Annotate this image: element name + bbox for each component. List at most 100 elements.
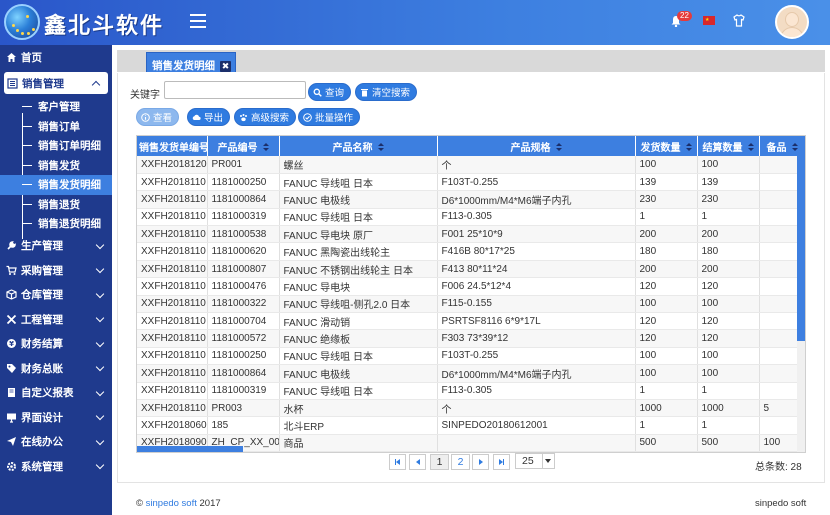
table-row[interactable]: XXFH2018110 1181000864 FANUC 电极线 D6*1000mm/… bbox=[137, 190, 805, 209]
keyword-input[interactable] bbox=[164, 81, 306, 99]
horizontal-scrollbar[interactable] bbox=[137, 446, 243, 452]
column-header[interactable]: 结算数量 bbox=[697, 136, 760, 156]
sidebar-item-finance-settlement[interactable]: ¥ 财务结算 bbox=[0, 332, 112, 357]
sort-icon[interactable] bbox=[262, 143, 269, 152]
table-row[interactable]: XXFH2018110 1181000807 FANUC 不锈钢出线轮主 日本 F41… bbox=[137, 260, 805, 279]
table-row[interactable]: XXFH2018110 1181000572 FANUC 绝缘板 F303 73*39… bbox=[137, 329, 805, 348]
table-cell: 100 bbox=[697, 347, 760, 366]
column-header[interactable]: 产品名称 bbox=[279, 136, 438, 156]
table-cell: 水杯 bbox=[279, 399, 438, 418]
user-avatar[interactable] bbox=[775, 5, 809, 39]
sidebar-sub-sales-delivery-details[interactable]: 销售发货明细 bbox=[0, 175, 112, 195]
footer-copyright: © sinpedo soft 2017 bbox=[136, 498, 221, 509]
sidebar-item-engineering[interactable]: 工程管理 bbox=[0, 307, 112, 332]
table-row[interactable]: XXFH2018110 1181000319 FANUC 导线咀 日本 F113-0.… bbox=[137, 382, 805, 400]
book-icon bbox=[8, 388, 15, 398]
language-flag-icon[interactable]: ★ bbox=[703, 16, 715, 25]
sidebar-item-warehouse[interactable]: 仓库管理 bbox=[0, 283, 112, 308]
sidebar-item-purchasing[interactable]: 采购管理 bbox=[0, 258, 112, 283]
keyword-label: 关键字 bbox=[130, 90, 160, 101]
table-cell: 1181000807 bbox=[207, 260, 280, 279]
table-row[interactable]: XXFH2018120 PR001 螺丝个 100 100 bbox=[137, 156, 805, 174]
first-page-button[interactable] bbox=[389, 454, 406, 470]
table-row[interactable]: XXFH2018110 1181000864 FANUC 电极线 D6*1000mm/… bbox=[137, 364, 805, 383]
next-page-button[interactable] bbox=[472, 454, 489, 470]
sort-icon[interactable] bbox=[685, 143, 692, 152]
cloud-icon bbox=[192, 114, 201, 120]
sort-icon[interactable] bbox=[747, 143, 754, 152]
table-cell: XXFH2018060 bbox=[137, 416, 208, 435]
close-icon[interactable]: ✖ bbox=[220, 61, 231, 72]
sidebar-item-production[interactable]: 生产管理 bbox=[0, 234, 112, 259]
data-grid: 销售发货单编号 产品编号 产品名称 产品规格 发货数量 结算数量 备品 XXFH… bbox=[136, 135, 806, 453]
menu-toggle-icon[interactable] bbox=[190, 14, 206, 28]
last-page-button[interactable] bbox=[493, 454, 510, 470]
sidebar-item-home[interactable]: 首页 bbox=[0, 45, 112, 69]
table-row[interactable]: XXFH2018110 PR003 水杯个 1000 1000 5 bbox=[137, 399, 805, 418]
page-size-select[interactable]: 25 bbox=[515, 453, 555, 469]
export-button[interactable]: 导出 bbox=[187, 108, 231, 126]
table-cell: 120 bbox=[635, 277, 698, 296]
sort-icon[interactable] bbox=[791, 143, 798, 152]
sort-icon[interactable] bbox=[555, 143, 562, 152]
prev-page-button[interactable] bbox=[409, 454, 426, 470]
tab-sales-delivery-details[interactable]: 销售发货明细 ✖ bbox=[146, 52, 236, 72]
table-row[interactable]: XXFH2018110 1181000322 FANUC 导线咀-侧孔2.0 日本 F… bbox=[137, 295, 805, 314]
advanced-search-button[interactable]: 高级搜索 bbox=[234, 108, 297, 126]
table-row[interactable]: XXFH2018110 1181000319 FANUC 导线咀 日本 F113-0.… bbox=[137, 208, 805, 227]
cart-icon bbox=[6, 265, 17, 275]
sidebar-item-system[interactable]: 系统管理 bbox=[0, 454, 112, 479]
table-row[interactable]: XXFH2018060 185 北斗ERP SINPEDO20180612001 1 1 bbox=[137, 416, 805, 435]
table-cell: F001 25*10*9 bbox=[437, 225, 636, 244]
view-button[interactable]: 查看 bbox=[136, 108, 180, 126]
company-link[interactable]: sinpedo soft bbox=[146, 498, 197, 509]
page-number[interactable]: 2 bbox=[451, 454, 470, 470]
sort-icon[interactable] bbox=[377, 143, 384, 152]
sidebar-sub-sales-returns[interactable]: 销售退货 bbox=[0, 195, 112, 215]
clear-search-button[interactable]: 清空搜索 bbox=[355, 83, 418, 101]
sidebar-item-sales[interactable]: 销售管理 bbox=[4, 72, 108, 94]
table-cell: F006 24.5*12*4 bbox=[437, 277, 636, 296]
sidebar-item-general-ledger[interactable]: 财务总账 bbox=[0, 356, 112, 381]
column-header[interactable]: 产品规格 bbox=[437, 136, 636, 156]
vertical-scrollbar[interactable] bbox=[797, 156, 805, 452]
column-header[interactable]: 销售发货单编号 bbox=[137, 136, 208, 156]
sidebar-sub-sales-return-details[interactable]: 销售退货明细 bbox=[0, 214, 112, 234]
table-cell: 1181000572 bbox=[207, 329, 280, 348]
chevron-down-icon[interactable] bbox=[542, 454, 552, 468]
column-header[interactable]: 备品 bbox=[759, 136, 805, 156]
scrollbar-thumb[interactable] bbox=[797, 156, 805, 341]
sidebar-sub-sales-order-details[interactable]: 销售订单明细 bbox=[0, 136, 112, 156]
table-cell: XXFH2018110 bbox=[137, 225, 208, 244]
table-row[interactable]: XXFH2018110 1181000620 FANUC 黑陶瓷出线轮主 F416B … bbox=[137, 242, 805, 261]
sidebar-item-online-office[interactable]: 在线办公 bbox=[0, 430, 112, 455]
table-cell: 139 bbox=[635, 173, 698, 192]
logo-icon bbox=[4, 4, 40, 40]
table-cell: 个 bbox=[437, 399, 636, 418]
table-row[interactable]: XXFH2018110 1181000250 FANUC 导线咀 日本 F103T-0… bbox=[137, 173, 805, 192]
table-cell: XXFH2018120 bbox=[137, 156, 208, 174]
table-cell: 180 bbox=[635, 242, 698, 261]
sidebar-sub-sales-orders[interactable]: 销售订单 bbox=[0, 117, 112, 137]
sidebar-sub-customers[interactable]: 客户管理 bbox=[0, 97, 112, 117]
query-button[interactable]: 查询 bbox=[308, 83, 352, 101]
delivery-details-table: 销售发货单编号 产品编号 产品名称 产品规格 发货数量 结算数量 备品 XXFH… bbox=[137, 136, 805, 452]
table-row[interactable]: XXFH2018110 1181000704 FANUC 滑动销 PSRTSF8116… bbox=[137, 312, 805, 331]
monitor-icon bbox=[7, 413, 16, 423]
page-number-current[interactable]: 1 bbox=[430, 454, 449, 470]
footer-brand: sinpedo soft bbox=[755, 498, 807, 509]
sidebar-sub-sales-delivery[interactable]: 销售发货 bbox=[0, 156, 112, 176]
table-row[interactable]: XXFH2018110 1181000250 FANUC 导线咀 日本 F103T-0… bbox=[137, 347, 805, 366]
column-header[interactable]: 产品编号 bbox=[207, 136, 280, 156]
table-cell: 1181000864 bbox=[207, 364, 280, 383]
table-row[interactable]: XXFH2018110 1181000538 FANUC 导电块 原厂 F001 25… bbox=[137, 225, 805, 244]
table-cell: XXFH2018110 bbox=[137, 329, 208, 348]
sidebar-item-custom-reports[interactable]: 自定义报表 bbox=[0, 381, 112, 406]
batch-operation-button[interactable]: 批量操作 bbox=[298, 108, 361, 126]
column-header[interactable]: 发货数量 bbox=[635, 136, 698, 156]
skin-shirt-icon[interactable] bbox=[733, 14, 745, 27]
table-cell: 230 bbox=[635, 190, 698, 209]
sidebar-item-ui-design[interactable]: 界面设计 bbox=[0, 405, 112, 430]
table-row[interactable]: XXFH2018110 1181000476 FANUC 导电块 F006 24.5*… bbox=[137, 277, 805, 296]
table-cell: 120 bbox=[635, 312, 698, 331]
